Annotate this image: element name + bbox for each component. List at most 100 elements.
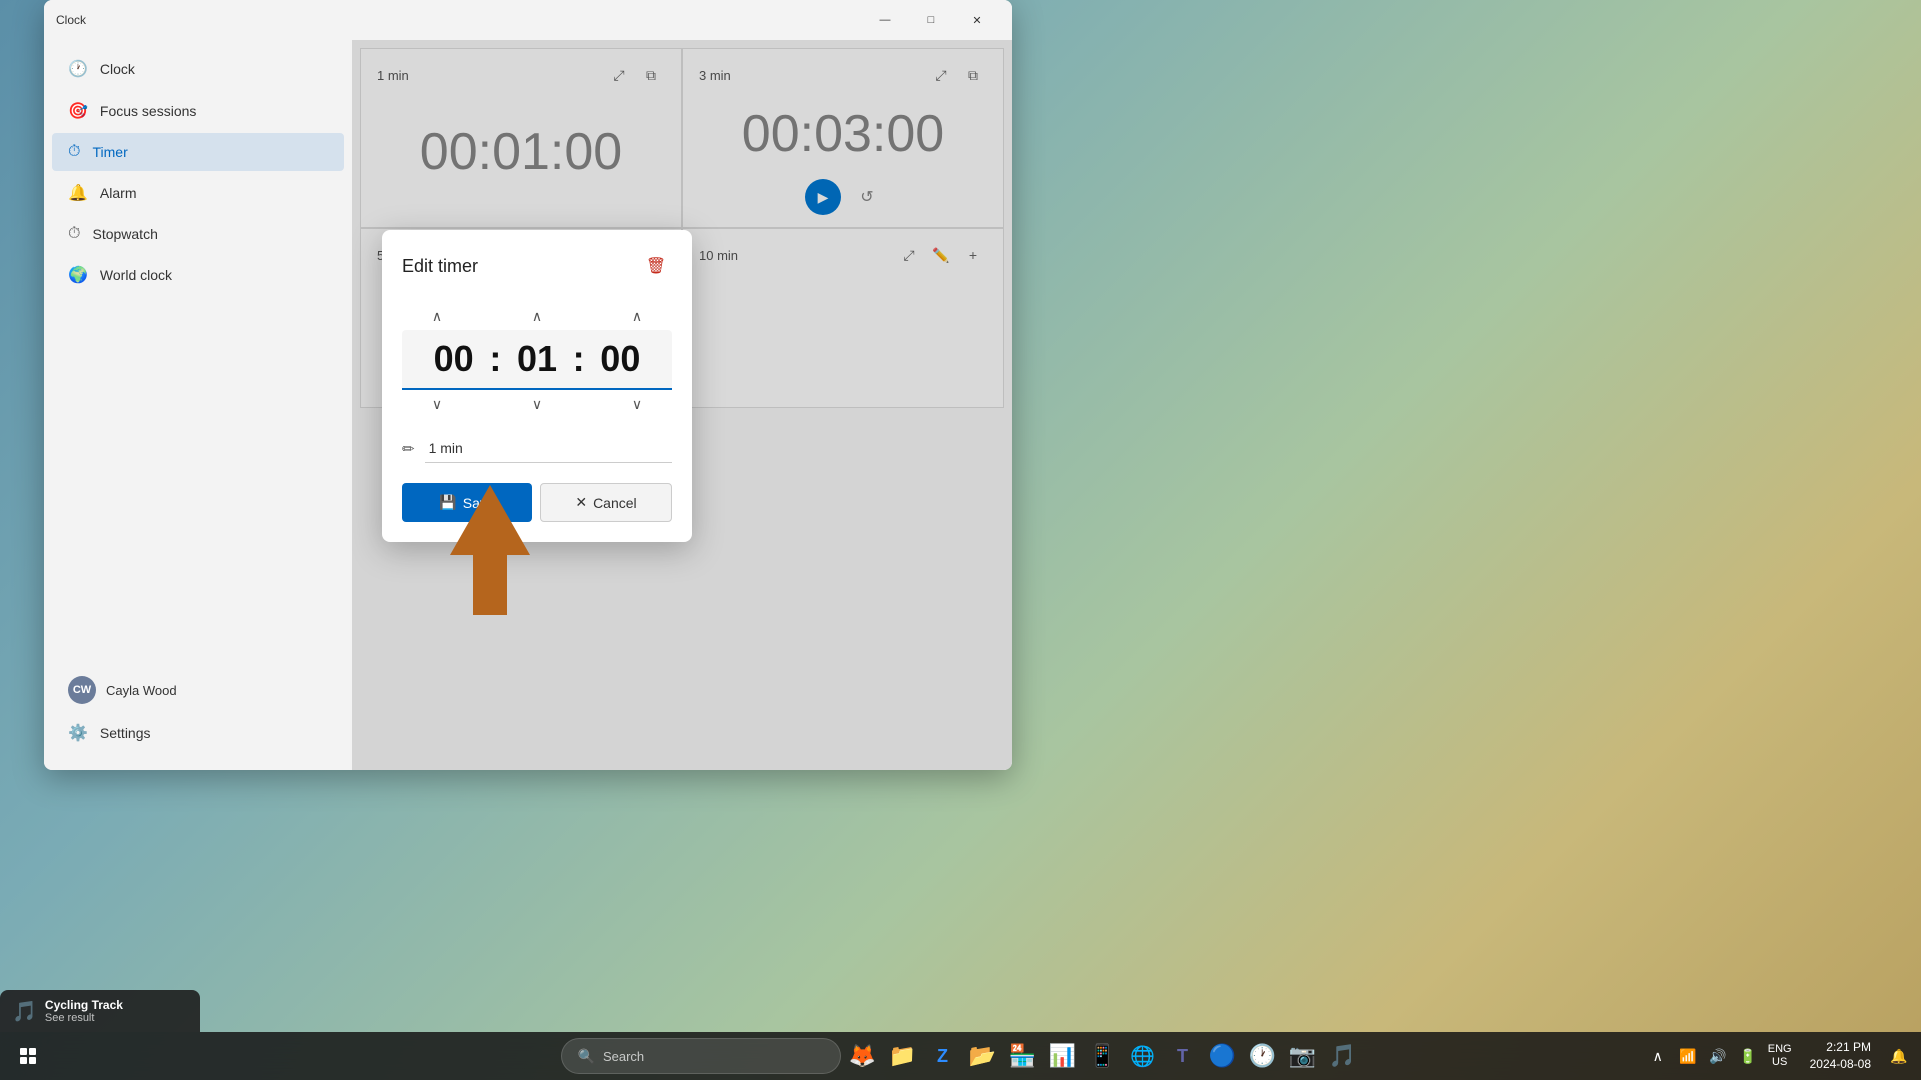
modal-header: Edit timer 🗑 [402,250,672,282]
taskbar-icon-chrome[interactable]: 🔵 [1205,1038,1241,1074]
hours-down-col: ∨ [402,390,472,418]
seconds-up-button[interactable]: ∧ [617,302,657,330]
taskbar: 🔍 Search 🦊 📁 Z 📂 🏪 📊 📱 🌐 T 🔵 🕐 📷 🎵 ∧ 📶 🔊… [0,1032,1921,1080]
clock-app-window: Clock — □ ✕ 🕐 Clock 🎯 Focus sessions ⏱ T… [44,0,1012,770]
save-button[interactable]: 💾 Save [402,483,532,522]
stopwatch-label: Stopwatch [92,226,157,242]
hours-down-button[interactable]: ∨ [417,390,457,418]
tray-battery[interactable]: 🔋 [1734,1042,1762,1070]
modal-buttons: 💾 Save ✕ Cancel [402,483,672,522]
modal-overlay: Edit timer 🗑 ∧ ∧ [352,40,1012,770]
seconds-display[interactable]: 00 [585,338,656,380]
taskbar-icon-camera[interactable]: 📷 [1285,1038,1321,1074]
taskbar-icon-music[interactable]: 🎵 [1325,1038,1361,1074]
start-button[interactable] [8,1036,48,1076]
minutes-display[interactable]: 01 [501,338,572,380]
notif-music-icon: 🎵 [12,999,37,1024]
save-label: Save [463,495,495,511]
seconds-up-col: ∧ [602,302,672,330]
cancel-label: Cancel [593,495,637,511]
notif-title: Cycling Track [45,998,123,1012]
taskbar-right: ∧ 📶 🔊 🔋 ENG US 2:21 PM 2024-08-08 🔔 [1644,1039,1913,1073]
tray-volume[interactable]: 🔊 [1704,1042,1732,1070]
sidebar-item-settings[interactable]: ⚙️ Settings [52,713,344,753]
hours-up-col: ∧ [402,302,472,330]
language-indicator: ENG US [1764,1043,1796,1069]
colon2: : [573,338,585,380]
sidebar-item-focus[interactable]: 🎯 Focus sessions [52,91,344,131]
notification-center[interactable]: 🔔 [1885,1042,1913,1070]
hours-display[interactable]: 00 [418,338,489,380]
clock-time: 2:21 PM [1826,1039,1871,1056]
taskbar-icon-folder[interactable]: 📂 [965,1038,1001,1074]
alarm-label: Alarm [100,185,137,201]
cancel-icon: ✕ [575,494,587,511]
time-picker-area: ∧ ∧ ∧ 00 [402,302,672,418]
taskbar-icon-store[interactable]: 🏪 [1005,1038,1041,1074]
taskbar-icon-edge[interactable]: 🌐 [1125,1038,1161,1074]
stopwatch-icon: ⏱ [68,225,80,243]
cycling-notification[interactable]: 🎵 Cycling Track See result [0,990,200,1032]
tray-network[interactable]: 📶 [1674,1042,1702,1070]
seconds-down-col: ∨ [602,390,672,418]
minimize-button[interactable]: — [862,4,908,36]
seconds-down-button[interactable]: ∨ [617,390,657,418]
cancel-button[interactable]: ✕ Cancel [540,483,672,522]
sidebar-item-worldclock[interactable]: 🌍 World clock [52,255,344,295]
taskbar-icon-phone[interactable]: 📱 [1085,1038,1121,1074]
minutes-down-button[interactable]: ∨ [517,390,557,418]
focus-label: Focus sessions [100,103,196,119]
taskbar-icon-files[interactable]: 📁 [885,1038,921,1074]
clock-icon: 🕐 [68,59,88,79]
colon1: : [489,338,501,380]
user-name: Cayla Wood [106,683,177,698]
tray-chevron[interactable]: ∧ [1644,1042,1672,1070]
close-button[interactable]: ✕ [954,4,1000,36]
taskbar-icon-zoom[interactable]: Z [925,1038,961,1074]
settings-label: Settings [100,725,151,741]
taskbar-left [8,1036,48,1076]
window-controls: — □ ✕ [862,4,1000,36]
system-tray: ∧ 📶 🔊 🔋 ENG US [1644,1042,1796,1070]
up-arrows-row: ∧ ∧ ∧ [402,302,672,330]
clock-date: 2024-08-08 [1810,1056,1871,1073]
taskbar-icon-clock[interactable]: 🕐 [1245,1038,1281,1074]
delete-timer-button[interactable]: 🗑 [640,250,672,282]
timer-icon: ⏱ [68,143,80,161]
app-title: Clock [56,13,862,27]
save-icon: 💾 [439,494,456,511]
user-avatar: CW [68,676,96,704]
sidebar-item-stopwatch[interactable]: ⏱ Stopwatch [52,215,344,253]
alarm-icon: 🔔 [68,183,88,203]
focus-icon: 🎯 [68,101,88,121]
sidebar-item-clock[interactable]: 🕐 Clock [52,49,344,89]
taskbar-center: 🔍 Search 🦊 📁 Z 📂 🏪 📊 📱 🌐 T 🔵 🕐 📷 🎵 [561,1038,1361,1074]
sidebar-item-timer[interactable]: ⏱ Timer [52,133,344,171]
taskbar-icon-firefox[interactable]: 🦊 [845,1038,881,1074]
down-arrows-row: ∨ ∨ ∨ [402,390,672,418]
edit-timer-modal: Edit timer 🗑 ∧ ∧ [382,230,692,542]
taskbar-icon-app1[interactable]: 📊 [1045,1038,1081,1074]
time-display-row: 00 : 01 : 00 [402,330,672,390]
system-clock[interactable]: 2:21 PM 2024-08-08 [1802,1039,1879,1073]
taskbar-search[interactable]: 🔍 Search [561,1038,841,1074]
main-content: 1 min ⤢ ⧉ 00:01:00 3 min [352,40,1012,770]
title-bar: Clock — □ ✕ [44,0,1012,40]
region-text: US [1768,1056,1792,1069]
minutes-up-button[interactable]: ∧ [517,302,557,330]
modal-title: Edit timer [402,256,478,277]
worldclock-icon: 🌍 [68,265,88,285]
search-icon: 🔍 [578,1048,595,1065]
timer-name-input[interactable] [425,434,672,463]
taskbar-icon-teams[interactable]: T [1165,1038,1201,1074]
sidebar: 🕐 Clock 🎯 Focus sessions ⏱ Timer 🔔 Alarm… [44,40,352,770]
notif-content: Cycling Track See result [45,998,123,1024]
maximize-button[interactable]: □ [908,4,954,36]
settings-icon: ⚙️ [68,723,88,743]
lang-text: ENG [1768,1043,1792,1056]
user-item[interactable]: CW Cayla Wood [52,668,344,712]
sidebar-item-alarm[interactable]: 🔔 Alarm [52,173,344,213]
hours-up-button[interactable]: ∧ [417,302,457,330]
name-edit-icon: ✏ [402,440,415,458]
clock-label: Clock [100,61,135,77]
